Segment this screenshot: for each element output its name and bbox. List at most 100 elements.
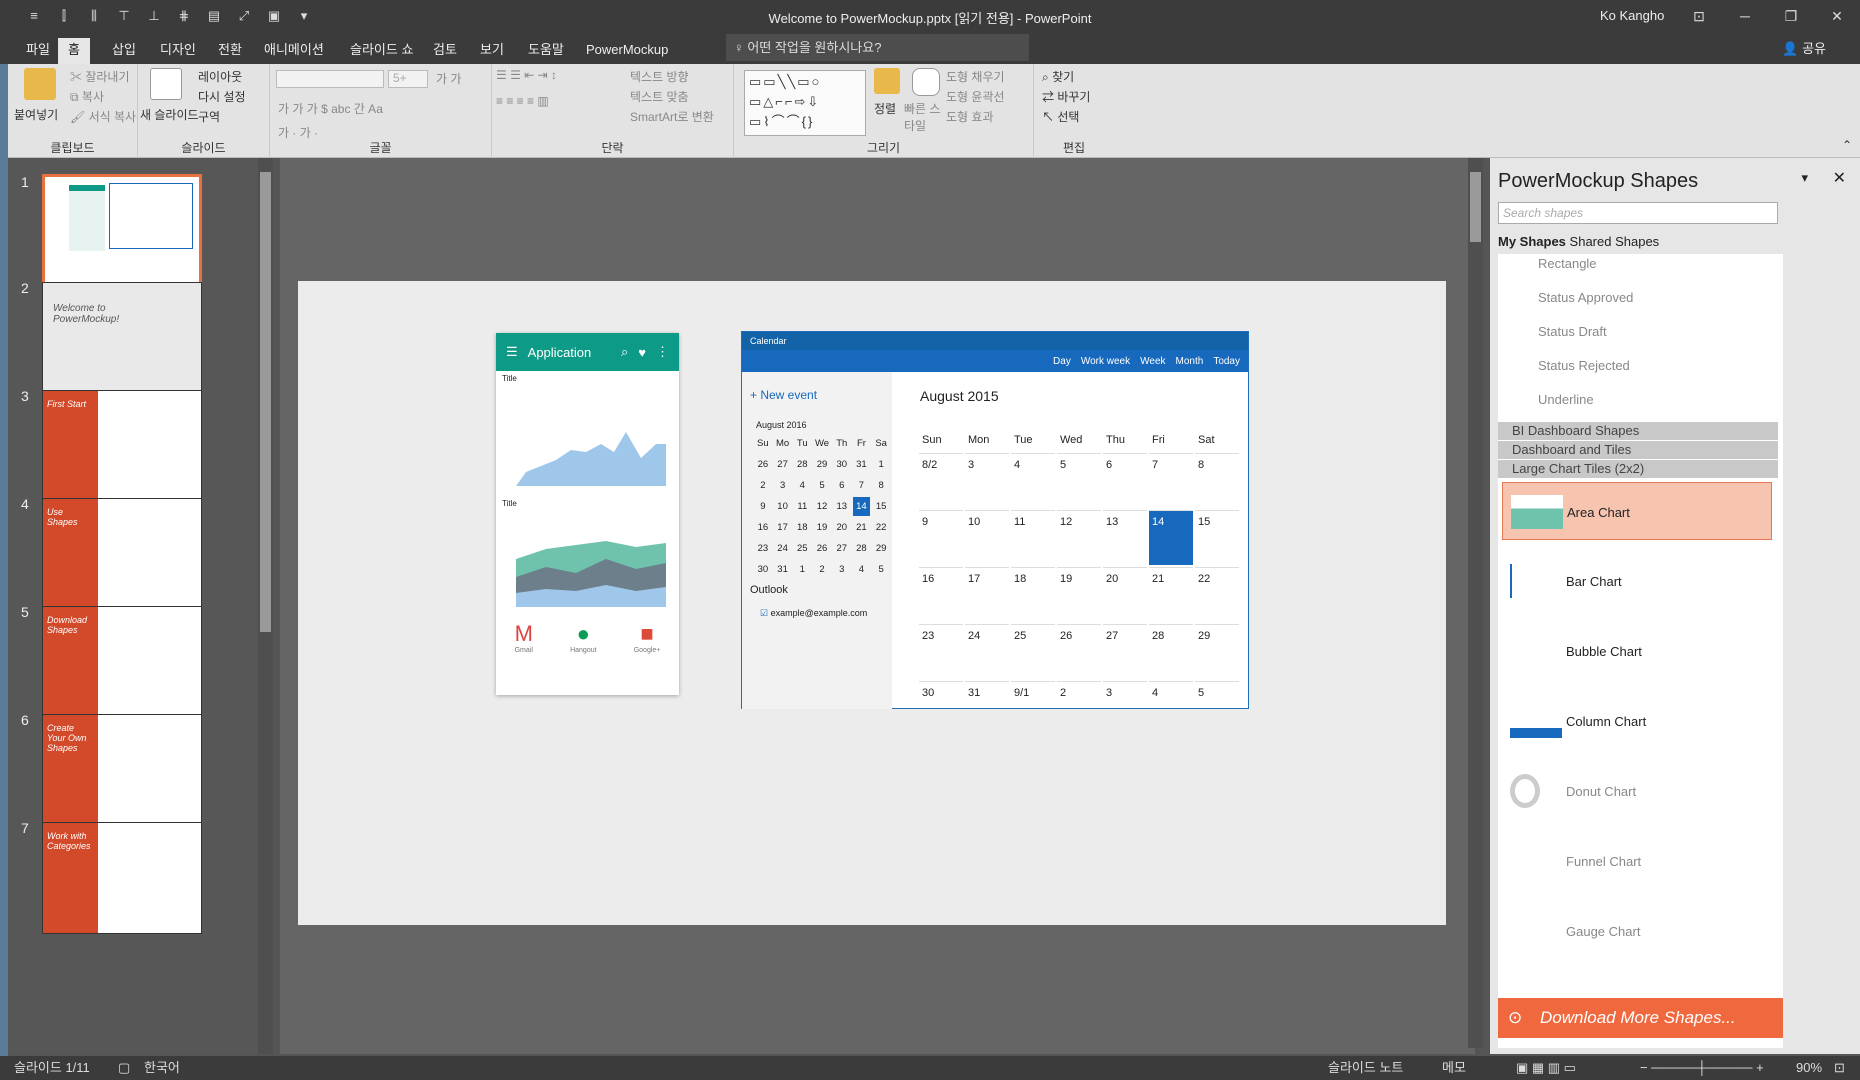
tell-me-search[interactable]: ♀ 어떤 작업을 원하시나요?: [726, 34, 1029, 61]
scroll-thumb[interactable]: [260, 172, 271, 632]
find-button[interactable]: ⌕ 찾기: [1042, 68, 1074, 85]
mini-day[interactable]: 13: [833, 497, 851, 516]
thumbnails-scrollbar[interactable]: [258, 158, 273, 1054]
day-cell[interactable]: 29: [1195, 624, 1239, 679]
view-week[interactable]: Week: [1140, 356, 1165, 367]
cut-button[interactable]: ✂ 잘라내기: [70, 68, 130, 85]
day-cell[interactable]: 12: [1057, 510, 1101, 565]
font-format-buttons[interactable]: 가 가 가 $ abc 간 Aa: [278, 100, 383, 117]
mini-day[interactable]: 9: [754, 497, 772, 516]
slide-thumbnail-6[interactable]: Create Your Own Shapes: [42, 714, 202, 826]
comments-button[interactable]: 메모: [1442, 1056, 1466, 1080]
font-name-box[interactable]: [276, 70, 384, 88]
day-cell[interactable]: 11: [1011, 510, 1055, 565]
slide-thumbnail-5[interactable]: Download Shapes: [42, 606, 202, 718]
mini-day[interactable]: 15: [872, 497, 890, 516]
day-cell[interactable]: 8: [1195, 453, 1239, 508]
ribbon-display-icon[interactable]: ⊡: [1676, 0, 1722, 32]
shape-item[interactable]: Underline: [1498, 390, 1768, 424]
mini-day[interactable]: 28: [793, 455, 811, 474]
day-cell[interactable]: 22: [1195, 567, 1239, 622]
tab-animations[interactable]: 애니메이션: [254, 38, 334, 64]
search-shapes-input[interactable]: Search shapes: [1498, 202, 1778, 224]
mini-day[interactable]: 6: [833, 476, 851, 495]
day-cell[interactable]: 9/1: [1011, 681, 1055, 736]
list-icons[interactable]: ☰ ☰ ⇤ ⇥ ↕: [496, 68, 557, 82]
mini-day[interactable]: 5: [872, 560, 890, 579]
tab-slideshow[interactable]: 슬라이드 쇼: [340, 38, 423, 64]
share-button[interactable]: 👤 공유: [1782, 38, 1826, 57]
slide-thumbnail-2[interactable]: Welcome to PowerMockup!: [42, 282, 202, 394]
mini-day[interactable]: 19: [813, 518, 831, 537]
canvas-scrollbar[interactable]: [1468, 158, 1483, 1048]
mini-day[interactable]: 31: [853, 455, 871, 474]
quick-styles-icon[interactable]: [912, 68, 940, 96]
align-text-button[interactable]: 텍스트 맞춤: [630, 88, 689, 105]
mini-day[interactable]: 24: [774, 539, 792, 558]
minimize-icon[interactable]: ─: [1722, 0, 1768, 32]
pane-close-icon[interactable]: ✕: [1833, 168, 1846, 188]
mini-day[interactable]: 4: [853, 560, 871, 579]
googleplus-app[interactable]: ■ Google+: [634, 621, 661, 654]
tab-design[interactable]: 디자인: [150, 38, 206, 64]
mini-day[interactable]: 26: [754, 455, 772, 474]
day-cell[interactable]: 4: [1011, 453, 1055, 508]
mini-day[interactable]: 4: [793, 476, 811, 495]
mini-day[interactable]: 20: [833, 518, 851, 537]
new-event-button[interactable]: + New event: [750, 388, 817, 402]
tile-funnel-chart[interactable]: Funnel Chart: [1502, 832, 1772, 890]
slide-thumbnail-7[interactable]: Work with Categories: [42, 822, 202, 934]
shapes-gallery[interactable]: ▭▭╲╲▭○ ▭△⌐⌐⇨⇩ ▭⌇⌒⌒{}: [744, 70, 866, 136]
day-cell[interactable]: 31: [965, 681, 1009, 736]
category-bi-dashboard[interactable]: BI Dashboard Shapes: [1498, 422, 1778, 440]
day-cell[interactable]: 26: [1057, 624, 1101, 679]
new-slide-icon[interactable]: [150, 68, 182, 100]
shape-fill-button[interactable]: 도형 채우기: [946, 68, 1005, 85]
day-cell[interactable]: 20: [1103, 567, 1147, 622]
layout-button[interactable]: 레이아웃: [198, 68, 242, 85]
text-direction-button[interactable]: 텍스트 방향: [630, 68, 689, 85]
mini-day[interactable]: 12: [813, 497, 831, 516]
outlook-section[interactable]: Outlook: [750, 584, 788, 596]
paste-button[interactable]: 붙여넣기: [14, 106, 58, 123]
view-today[interactable]: Today: [1213, 356, 1240, 367]
day-cell[interactable]: 21: [1149, 567, 1193, 622]
section-button[interactable]: 구역: [198, 108, 220, 125]
account-item[interactable]: ☑ example@example.com: [760, 608, 867, 619]
tab-view[interactable]: 보기: [470, 38, 514, 64]
mini-day[interactable]: 27: [833, 539, 851, 558]
zoom-level[interactable]: 90%: [1796, 1056, 1822, 1080]
shape-item[interactable]: Status Approved: [1498, 288, 1768, 322]
close-icon[interactable]: ✕: [1814, 0, 1860, 32]
day-cell[interactable]: 13: [1103, 510, 1147, 565]
day-cell[interactable]: 3: [965, 453, 1009, 508]
tile-bubble-chart[interactable]: Bubble Chart: [1502, 622, 1772, 680]
mini-day[interactable]: 2: [754, 476, 772, 495]
mini-day[interactable]: 1: [872, 455, 890, 474]
fit-slide-icon[interactable]: ⊡: [1834, 1056, 1845, 1080]
day-cell[interactable]: 18: [1011, 567, 1055, 622]
day-cell[interactable]: 3: [1103, 681, 1147, 736]
mini-day[interactable]: 27: [774, 455, 792, 474]
hangout-app[interactable]: ● Hangout: [570, 621, 596, 654]
smartart-button[interactable]: SmartArt로 변환: [630, 108, 714, 125]
mini-day[interactable]: 11: [793, 497, 811, 516]
align-icons[interactable]: ≡ ≡ ≡ ≡ ▥: [496, 94, 549, 108]
tile-donut-chart[interactable]: Donut Chart: [1502, 762, 1772, 820]
mini-day[interactable]: 29: [872, 539, 890, 558]
mini-day[interactable]: 22: [872, 518, 890, 537]
tab-insert[interactable]: 삽입: [102, 38, 146, 64]
mini-day[interactable]: 7: [853, 476, 871, 495]
tile-bar-chart[interactable]: Bar Chart: [1502, 552, 1772, 610]
normal-view-icon[interactable]: ▣ ▦ ▥ ▭: [1516, 1056, 1576, 1080]
heart-icon[interactable]: ♥: [638, 345, 646, 360]
mini-day[interactable]: 18: [793, 518, 811, 537]
day-cell[interactable]: 7: [1149, 453, 1193, 508]
day-cell[interactable]: 2: [1057, 681, 1101, 736]
mini-day[interactable]: 28: [853, 539, 871, 558]
quick-styles-button[interactable]: 빠른 스타일: [904, 100, 950, 134]
day-cell[interactable]: 15: [1195, 510, 1239, 565]
mini-day[interactable]: 23: [754, 539, 772, 558]
mini-day[interactable]: 10: [774, 497, 792, 516]
gmail-app[interactable]: M Gmail: [515, 621, 533, 654]
